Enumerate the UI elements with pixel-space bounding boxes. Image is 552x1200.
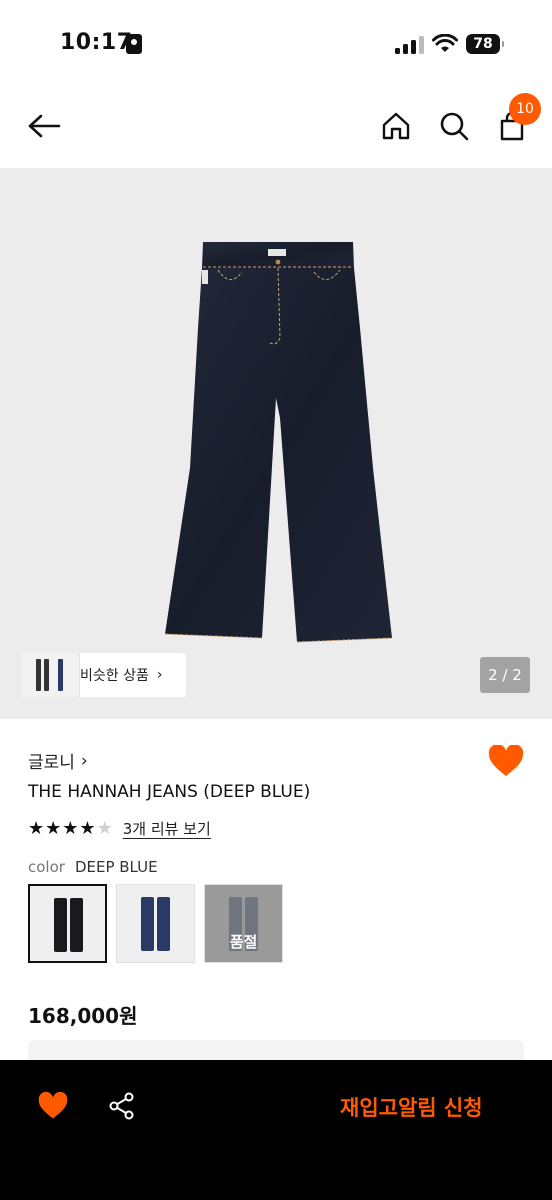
color-row: color DEEP BLUE: [28, 858, 158, 876]
star-icon: ★: [45, 817, 62, 839]
star-icon: ★: [62, 817, 79, 839]
brand-name: 글로니: [28, 753, 75, 773]
similar-products-label: 비슷한 상품: [80, 668, 149, 684]
star-icon: ★: [28, 817, 45, 839]
status-time: 10:17: [60, 30, 133, 55]
bottom-wishlist-button[interactable]: [38, 1091, 68, 1124]
star-icon: ★: [96, 817, 113, 839]
cart-count-badge: 10: [509, 93, 541, 125]
review-link[interactable]: 3개 리뷰 보기: [123, 818, 211, 839]
id-card-icon: [126, 34, 142, 54]
waist-label: [268, 249, 286, 256]
product-image: [164, 242, 393, 643]
rating-row: ★ ★ ★ ★ ★ 3개 리뷰 보기: [28, 818, 211, 839]
brand-link[interactable]: 글로니 ›: [28, 748, 88, 774]
color-value: DEEP BLUE: [74, 858, 158, 876]
image-pager: 2 / 2: [480, 657, 530, 693]
color-label: color: [28, 858, 65, 876]
top-nav: [0, 88, 552, 168]
share-icon: [109, 1092, 134, 1120]
product-title: THE HANNAH JEANS (DEEP BLUE): [28, 782, 311, 802]
color-swatch-gray-soldout[interactable]: 품절: [204, 884, 283, 963]
chevron-right-icon: ›: [80, 750, 88, 771]
color-swatch-blue[interactable]: [116, 884, 195, 963]
similar-products-thumbnail: [22, 653, 80, 697]
battery-indicator: 78: [466, 34, 504, 54]
back-arrow-icon: [28, 114, 61, 138]
home-icon: [382, 112, 410, 140]
wifi-icon: [432, 34, 458, 52]
soldout-label: 품절: [229, 933, 258, 951]
product-price: 168,000원: [28, 1004, 138, 1028]
bottom-action-bar: 재입고알림 신청: [0, 1060, 552, 1200]
color-swatches: 품절: [28, 884, 283, 963]
heart-icon: [488, 744, 524, 776]
cellular-signal-icon: [395, 36, 425, 54]
star-icon: ★: [79, 817, 96, 839]
heart-icon: [38, 1091, 68, 1119]
share-button[interactable]: [108, 1092, 136, 1124]
search-icon: [440, 112, 469, 141]
product-image-carousel[interactable]: 비슷한 상품 › 2 / 2: [0, 168, 552, 719]
search-button[interactable]: [436, 108, 472, 144]
status-bar: 10:17 78: [0, 0, 552, 88]
color-swatch-black[interactable]: [28, 884, 107, 963]
home-button[interactable]: [378, 108, 414, 144]
restock-alert-button[interactable]: 재입고알림 신청: [340, 1092, 483, 1122]
back-button[interactable]: [26, 108, 62, 144]
rating-stars: ★ ★ ★ ★ ★: [28, 817, 113, 839]
wishlist-button[interactable]: [488, 744, 524, 781]
similar-products-button[interactable]: 비슷한 상품 ›: [22, 653, 186, 697]
chevron-right-icon: ›: [156, 667, 163, 683]
